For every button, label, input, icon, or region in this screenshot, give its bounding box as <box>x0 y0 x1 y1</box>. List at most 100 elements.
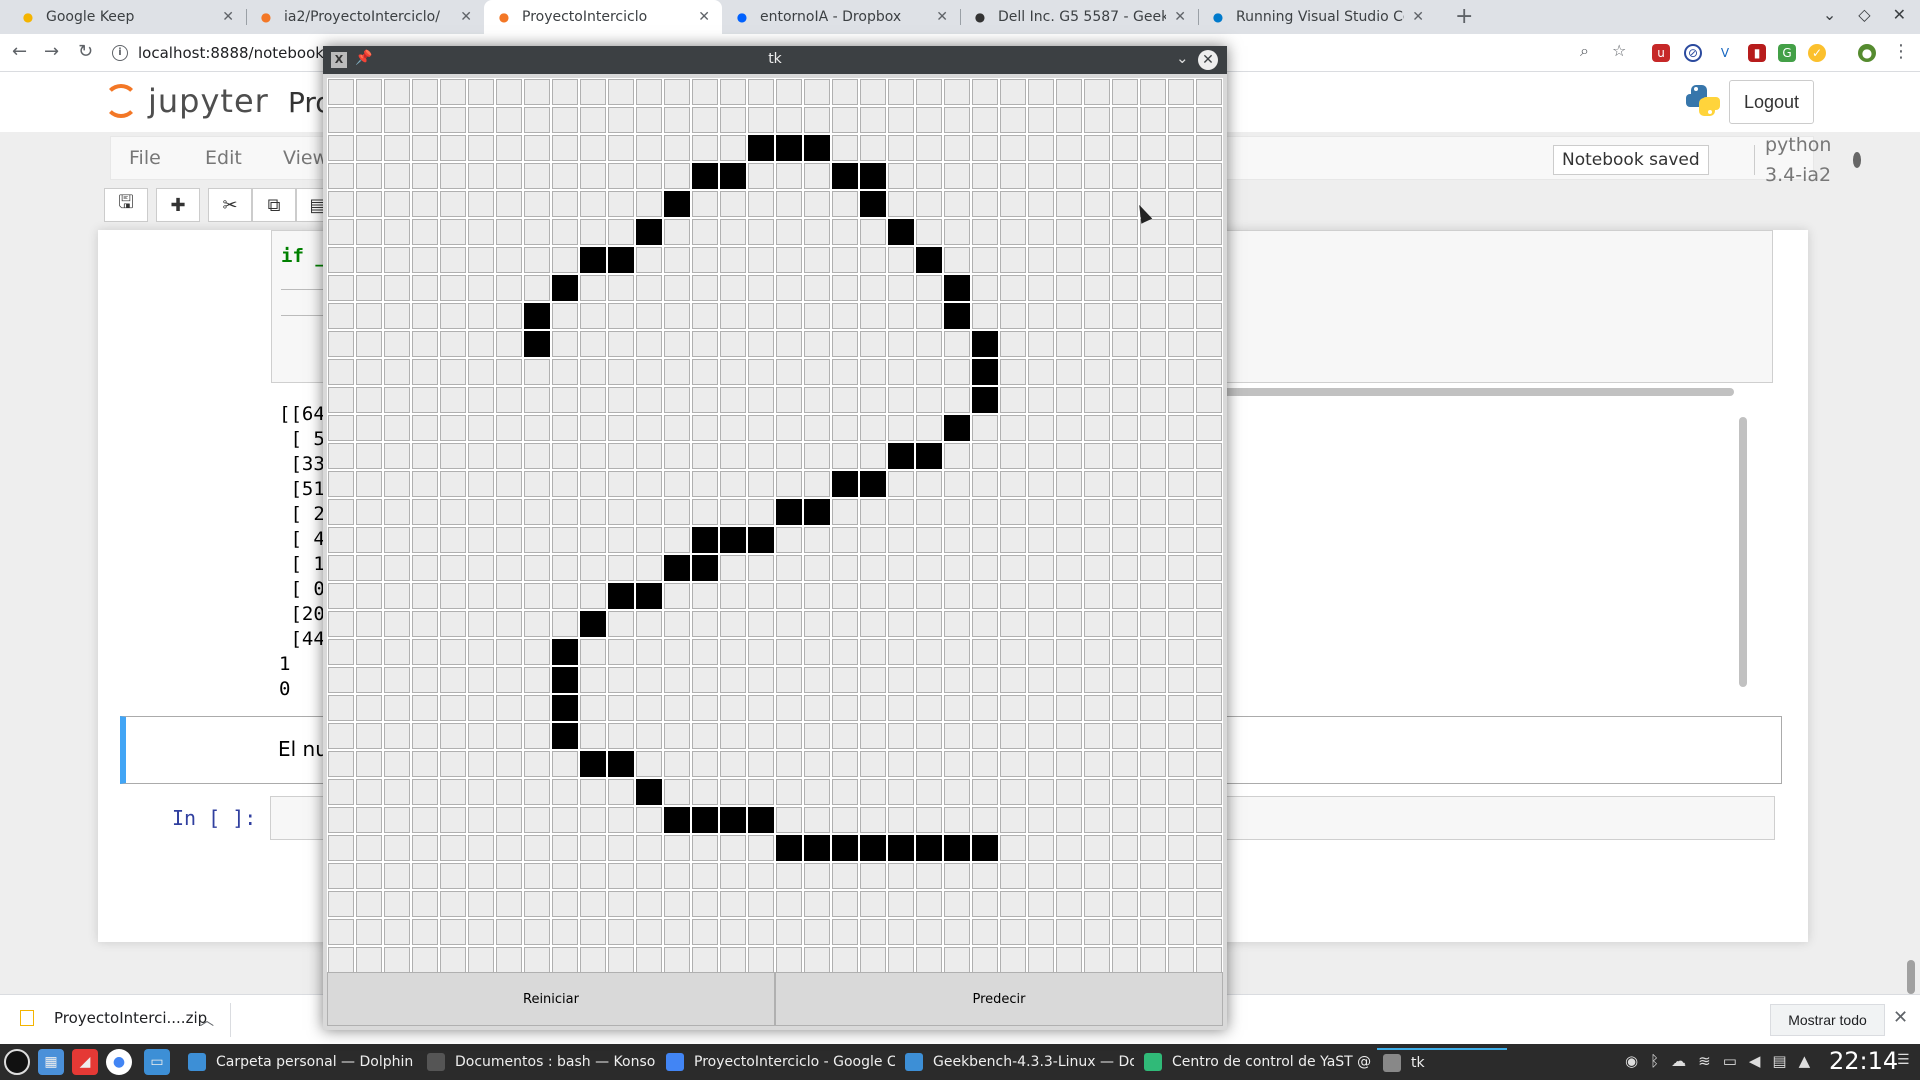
grid-cell[interactable] <box>636 163 662 189</box>
grid-cell-filled[interactable] <box>692 163 718 189</box>
grid-cell[interactable] <box>496 723 522 749</box>
browser-tab[interactable]: ● Dell Inc. G5 5587 - Geekbench ✕ <box>960 0 1198 34</box>
grid-cell-filled[interactable] <box>944 275 970 301</box>
grid-cell[interactable] <box>356 807 382 833</box>
grid-cell[interactable] <box>468 667 494 693</box>
grid-cell[interactable] <box>804 891 830 917</box>
grid-cell[interactable] <box>1168 135 1194 161</box>
grid-cell[interactable] <box>720 555 746 581</box>
grid-cell[interactable] <box>1140 527 1166 553</box>
predict-button[interactable]: Predecir <box>775 972 1223 1026</box>
grid-cell[interactable] <box>580 891 606 917</box>
tab-close-icon[interactable]: ✕ <box>698 9 710 25</box>
grid-cell[interactable] <box>384 863 410 889</box>
grid-cell[interactable] <box>804 471 830 497</box>
taskbar-task[interactable]: Centro de control de YaST @ lin... <box>1138 1048 1373 1076</box>
grid-cell[interactable] <box>580 191 606 217</box>
grid-cell[interactable] <box>412 191 438 217</box>
grid-cell[interactable] <box>720 695 746 721</box>
grid-cell[interactable] <box>748 359 774 385</box>
grid-cell[interactable] <box>440 415 466 441</box>
grid-cell[interactable] <box>608 415 634 441</box>
grid-cell[interactable] <box>1112 359 1138 385</box>
scrollbar-thumb[interactable] <box>1739 417 1747 687</box>
grid-cell[interactable] <box>804 863 830 889</box>
grid-cell[interactable] <box>832 191 858 217</box>
grid-cell[interactable] <box>944 863 970 889</box>
grid-cell[interactable] <box>608 639 634 665</box>
grid-cell[interactable] <box>608 219 634 245</box>
grid-cell[interactable] <box>1000 443 1026 469</box>
grid-cell[interactable] <box>580 527 606 553</box>
grid-cell[interactable] <box>1112 807 1138 833</box>
grid-cell[interactable] <box>1000 947 1026 973</box>
grid-cell[interactable] <box>440 891 466 917</box>
grid-cell[interactable] <box>804 387 830 413</box>
grid-cell[interactable] <box>552 891 578 917</box>
grid-cell[interactable] <box>664 751 690 777</box>
grid-cell[interactable] <box>440 863 466 889</box>
grid-cell[interactable] <box>888 79 914 105</box>
grid-cell[interactable] <box>1168 835 1194 861</box>
grid-cell[interactable] <box>524 443 550 469</box>
grid-cell-filled[interactable] <box>748 807 774 833</box>
grid-cell[interactable] <box>356 443 382 469</box>
grid-cell[interactable] <box>832 527 858 553</box>
grid-cell[interactable] <box>916 667 942 693</box>
grid-cell[interactable] <box>860 331 886 357</box>
grid-cell[interactable] <box>1056 779 1082 805</box>
grid-cell[interactable] <box>832 219 858 245</box>
grid-cell[interactable] <box>888 807 914 833</box>
grid-cell[interactable] <box>972 807 998 833</box>
grid-cell[interactable] <box>664 219 690 245</box>
grid-cell[interactable] <box>608 275 634 301</box>
grid-cell[interactable] <box>1196 359 1222 385</box>
grid-cell[interactable] <box>496 163 522 189</box>
grid-cell[interactable] <box>328 499 354 525</box>
reset-button[interactable]: Reiniciar <box>327 972 775 1026</box>
grid-cell[interactable] <box>468 247 494 273</box>
grid-cell[interactable] <box>1000 667 1026 693</box>
site-info-icon[interactable]: i <box>112 45 128 61</box>
grid-cell[interactable] <box>720 79 746 105</box>
grid-cell[interactable] <box>580 695 606 721</box>
grid-cell[interactable] <box>636 443 662 469</box>
grid-cell[interactable] <box>832 275 858 301</box>
grid-cell-filled[interactable] <box>860 835 886 861</box>
close-icon[interactable]: ✕ <box>1198 50 1218 70</box>
grid-cell[interactable] <box>664 275 690 301</box>
cloud-icon[interactable]: ☁ <box>1671 1052 1686 1070</box>
grid-cell[interactable] <box>496 751 522 777</box>
grid-cell[interactable] <box>636 695 662 721</box>
grid-cell[interactable] <box>804 219 830 245</box>
grid-cell[interactable] <box>720 191 746 217</box>
grid-cell[interactable] <box>1140 947 1166 973</box>
grid-cell[interactable] <box>1196 219 1222 245</box>
grid-cell[interactable] <box>384 639 410 665</box>
grid-cell[interactable] <box>1084 471 1110 497</box>
grid-cell[interactable] <box>1084 947 1110 973</box>
grid-cell[interactable] <box>328 667 354 693</box>
grid-cell[interactable] <box>664 527 690 553</box>
grid-cell[interactable] <box>1000 275 1026 301</box>
grid-cell[interactable] <box>1196 275 1222 301</box>
grid-cell-filled[interactable] <box>524 303 550 329</box>
grid-cell[interactable] <box>440 639 466 665</box>
grid-cell[interactable] <box>356 79 382 105</box>
grid-cell[interactable] <box>552 107 578 133</box>
grid-cell[interactable] <box>972 79 998 105</box>
grid-cell-filled[interactable] <box>552 275 578 301</box>
grid-cell[interactable] <box>580 79 606 105</box>
grid-cell-filled[interactable] <box>524 331 550 357</box>
grid-cell-filled[interactable] <box>972 359 998 385</box>
page-scrollbar[interactable] <box>1904 230 1918 994</box>
drawing-grid[interactable] <box>327 78 1223 974</box>
taskbar-task[interactable]: Carpeta personal — Dolphin <box>182 1048 417 1076</box>
grid-cell[interactable] <box>440 443 466 469</box>
grid-cell[interactable] <box>720 499 746 525</box>
grid-cell[interactable] <box>944 751 970 777</box>
grid-cell[interactable] <box>440 807 466 833</box>
grid-cell[interactable] <box>972 471 998 497</box>
grid-cell[interactable] <box>888 611 914 637</box>
grid-cell[interactable] <box>356 611 382 637</box>
